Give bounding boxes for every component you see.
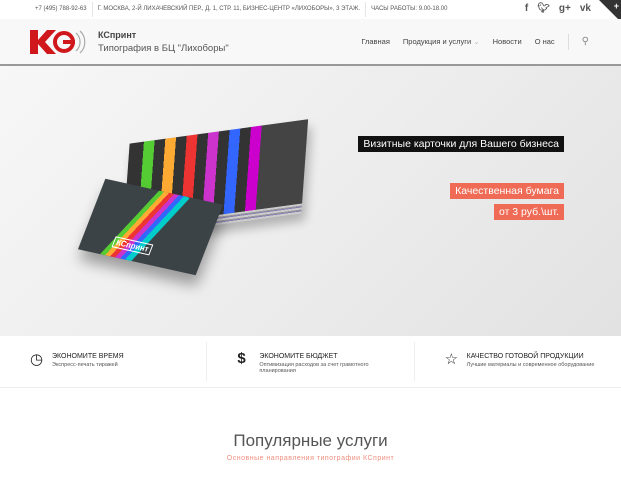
social-links: f 🐦︎ g+ vk: [525, 3, 591, 14]
hero-slider[interactable]: КСпринт Визитные карточки для Вашего биз…: [0, 66, 621, 336]
nav-products-label: Продукция и услуги: [402, 37, 472, 46]
phone: +7 (495) 788-92-63: [30, 2, 93, 17]
plus-icon: +: [613, 1, 619, 11]
clock-icon: ◷: [30, 351, 44, 368]
popular-services: Популярные услуги Основные направления т…: [0, 388, 621, 462]
hero-caption-price: от 3 руб.\шт.: [493, 204, 564, 220]
section-subtitle: Основные направления типографии КСпринт: [226, 455, 395, 462]
feature-title: ЭКОНОМИТЕ ВРЕМЯ: [52, 353, 124, 360]
feature-time: ◷ ЭКОНОМИТЕ ВРЕМЯ Экспресс-печать тиражей: [0, 342, 208, 381]
nav-news[interactable]: Новости: [493, 37, 522, 46]
star-icon: ☆: [444, 351, 459, 368]
header: КСпринт Типография в БЦ "Лихоборы" Главн…: [0, 19, 621, 66]
dollar-icon: $: [237, 350, 246, 367]
chevron-down-icon: ⌄: [473, 37, 480, 46]
section-title: Популярные услуги: [233, 431, 388, 450]
hours: ЧАСЫ РАБОТЫ: 9.00-18.00: [371, 6, 448, 12]
hero-caption-paper: Качественная бумага: [450, 183, 564, 199]
facebook-icon[interactable]: f: [525, 3, 528, 14]
feature-budget: $ ЭКОНОМИТЕ БЮДЖЕТ Оптимизация расходов з…: [207, 342, 415, 381]
feature-desc: Лучшие материалы и современное оборудова…: [466, 362, 595, 368]
address: Г. МОСКВА, 2-Й ЛИХАЧЕВСКИЙ ПЕР., Д. 1, С…: [93, 2, 367, 17]
feature-desc: Оптимизация расходов за счет грамотного …: [259, 362, 369, 374]
feature-quality: ☆ КАЧЕСТВО ГОТОВОЙ ПРОДУКЦИИ Лучшие матер…: [415, 342, 621, 381]
brand-name: КСпринт: [98, 29, 137, 40]
hero-caption-title: Визитные карточки для Вашего бизнеса: [358, 136, 564, 152]
nav-home[interactable]: Главная: [361, 37, 390, 46]
feature-desc: Экспресс-печать тиражей: [52, 362, 118, 368]
brand-tagline: Типография в БЦ "Лихоборы": [98, 42, 229, 54]
nav-products[interactable]: Продукция и услуги ⌄: [403, 37, 480, 46]
twitter-icon[interactable]: 🐦︎: [537, 3, 550, 14]
top-bar: +7 (495) 788-92-63 Г. МОСКВА, 2-Й ЛИХАЧЕ…: [0, 0, 621, 22]
search-icon[interactable]: ⚲: [582, 36, 589, 47]
google-plus-icon[interactable]: g+: [559, 3, 571, 14]
vk-icon[interactable]: vk: [580, 3, 591, 14]
feature-title: КАЧЕСТВО ГОТОВОЙ ПРОДУКЦИИ: [466, 353, 584, 360]
features: ◷ ЭКОНОМИТЕ ВРЕМЯ Экспресс-печать тиражей…: [0, 336, 621, 388]
main-nav: Главная Продукция и услуги ⌄ Новости О н…: [361, 19, 589, 64]
feature-title: ЭКОНОМИТЕ БЮДЖЕТ: [259, 353, 338, 360]
nav-about[interactable]: О нас: [535, 37, 555, 46]
nav-divider: [567, 33, 569, 50]
logo[interactable]: [30, 28, 88, 56]
